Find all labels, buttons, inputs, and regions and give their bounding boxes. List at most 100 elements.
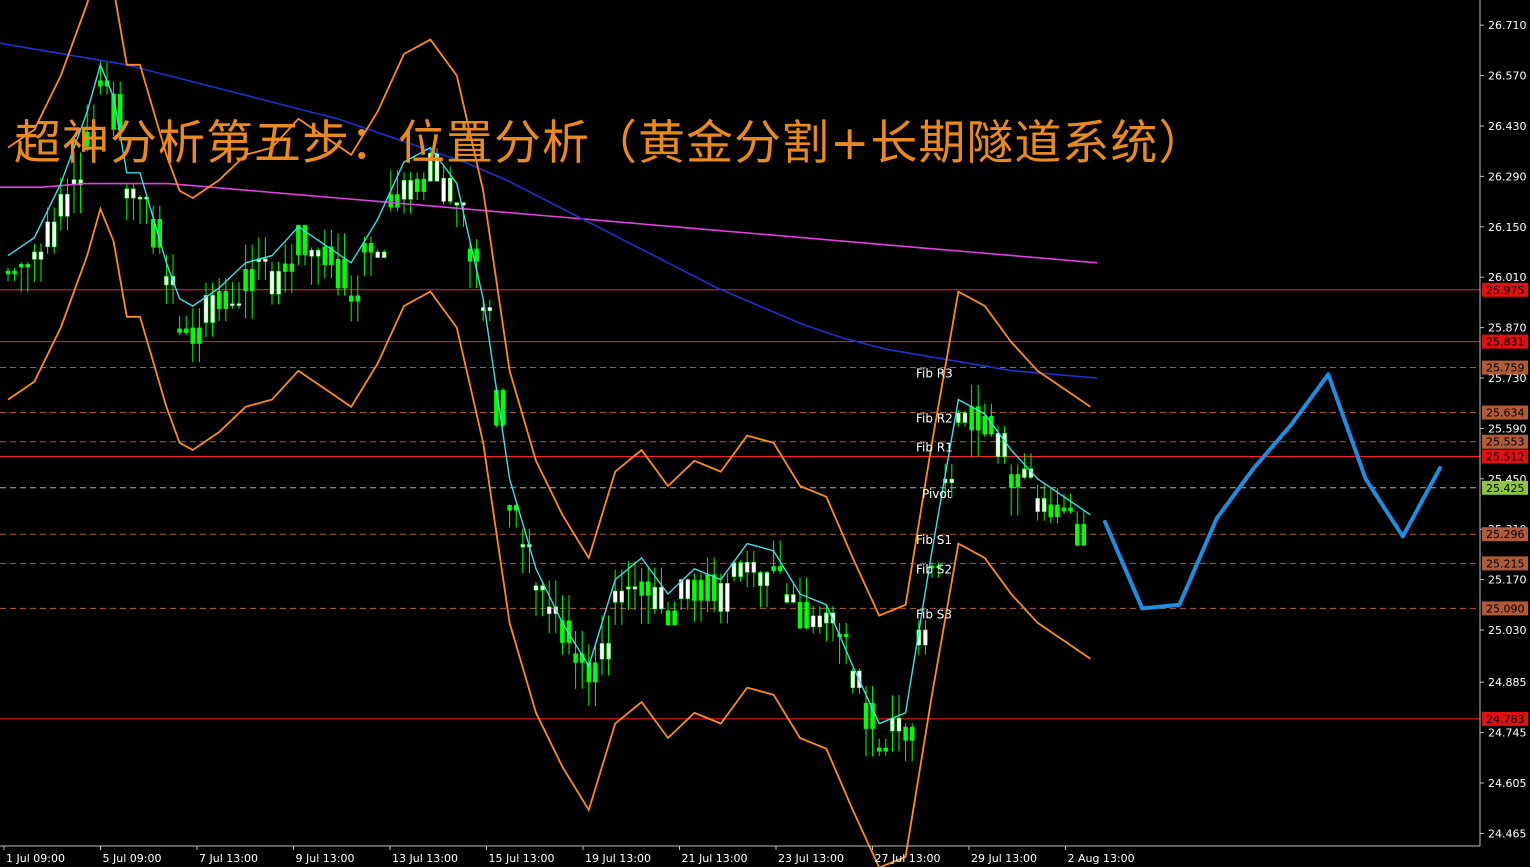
- fib-label: Fib R3: [916, 367, 953, 381]
- candle-body: [751, 562, 757, 573]
- candle-body: [230, 303, 235, 306]
- fib-label: Fib R2: [916, 412, 953, 426]
- time-tick-label: 27 Jul 13:00: [875, 852, 941, 865]
- candle-body: [421, 178, 427, 192]
- candle-body: [593, 662, 598, 683]
- candle-body: [1041, 498, 1047, 512]
- price-tick-label: 25.870: [1488, 322, 1527, 335]
- candle-body: [995, 432, 1001, 457]
- fib-label: Fib S2: [916, 562, 952, 576]
- candle-body: [599, 643, 605, 660]
- price-level-label: 25.090: [1486, 602, 1525, 615]
- candle-body: [797, 601, 803, 629]
- candle-body: [467, 248, 473, 262]
- time-tick-label: 5 Jul 09:00: [103, 852, 162, 865]
- price-level-label: 25.512: [1486, 450, 1525, 463]
- time-tick-label: 1 Jul 09:00: [6, 852, 65, 865]
- candle-body: [903, 726, 908, 741]
- candle-body: [65, 193, 70, 217]
- candle-body: [705, 574, 710, 601]
- candle-body: [1081, 524, 1087, 546]
- candle-body: [909, 726, 915, 741]
- candle-body: [982, 416, 988, 435]
- candle-body: [5, 270, 11, 275]
- candle-body: [124, 188, 130, 199]
- candle-body: [12, 270, 17, 275]
- candle-body: [725, 583, 730, 612]
- candle-body: [969, 406, 974, 431]
- candle-body: [296, 224, 301, 256]
- candle-body: [824, 612, 829, 624]
- candle-body: [447, 177, 453, 202]
- candle-body: [1002, 432, 1007, 457]
- chart-title: 超神分析第五步：位置分析（黄金分割+长期隧道系统）: [14, 116, 1207, 171]
- price-tick-label: 26.290: [1488, 170, 1527, 183]
- candle-body: [533, 585, 539, 591]
- candle-body: [1055, 504, 1060, 518]
- price-tick-label: 24.745: [1488, 727, 1527, 740]
- candle-body: [51, 221, 57, 248]
- price-tick-label: 26.710: [1488, 19, 1527, 32]
- candle-body: [612, 590, 618, 603]
- price-level-label: 25.425: [1486, 482, 1525, 495]
- candle-body: [923, 629, 928, 646]
- candle-body: [197, 327, 202, 344]
- candle-body: [18, 264, 24, 268]
- candle-body: [863, 702, 869, 729]
- price-level-label: 25.831: [1486, 336, 1525, 349]
- candle-body: [25, 264, 31, 268]
- price-level-label: 25.215: [1486, 557, 1525, 570]
- candle-body: [665, 610, 671, 626]
- candle-body: [216, 291, 222, 309]
- candle-body: [962, 412, 968, 423]
- candle-body: [1022, 468, 1027, 478]
- time-tick-label: 7 Jul 13:00: [199, 852, 258, 865]
- candle-body: [645, 581, 651, 596]
- price-tick-label: 24.885: [1488, 676, 1527, 689]
- candle-body: [507, 505, 512, 511]
- candle-body: [817, 615, 823, 628]
- time-tick-label: 15 Jul 13:00: [489, 852, 555, 865]
- candle-body: [698, 579, 704, 601]
- candle-body: [474, 248, 479, 262]
- candle-body: [98, 80, 103, 87]
- candle-body: [784, 594, 790, 603]
- candle-body: [335, 258, 341, 289]
- candle-body: [1061, 507, 1067, 512]
- candle-body: [876, 747, 882, 752]
- candle-body: [850, 670, 856, 689]
- candle-body: [883, 747, 889, 752]
- time-tick-label: 13 Jul 13:00: [392, 852, 458, 865]
- candle-body: [1008, 474, 1014, 488]
- candle-body: [190, 327, 196, 344]
- candle-body: [348, 295, 354, 302]
- candle-body: [289, 263, 295, 272]
- candle-body: [414, 178, 420, 192]
- candle-body: [401, 180, 407, 200]
- price-level-label: 24.783: [1486, 713, 1525, 726]
- candle-body: [771, 566, 776, 571]
- candle-body: [764, 572, 770, 586]
- candle-body: [1015, 474, 1021, 488]
- time-tick-label: 23 Jul 13:00: [778, 852, 844, 865]
- candle-body: [896, 717, 902, 732]
- candle-body: [791, 594, 796, 603]
- candle-body: [659, 586, 664, 610]
- candle-body: [249, 269, 255, 291]
- candle-body: [843, 633, 849, 637]
- candle-body: [282, 263, 288, 272]
- candle-body: [949, 478, 955, 483]
- candle-body: [395, 194, 400, 208]
- candle-body: [243, 269, 248, 291]
- candle-body: [368, 242, 374, 253]
- candle-body: [1048, 504, 1054, 518]
- candle-body: [236, 303, 242, 306]
- candle-body: [672, 610, 677, 626]
- price-tick-label: 26.570: [1488, 70, 1527, 83]
- time-tick-label: 2 Aug 13:00: [1068, 852, 1135, 865]
- candle-body: [375, 251, 380, 258]
- candle-body: [441, 177, 446, 202]
- price-tick-label: 24.465: [1488, 827, 1527, 840]
- candle-body: [810, 615, 816, 628]
- candle-body: [738, 562, 743, 577]
